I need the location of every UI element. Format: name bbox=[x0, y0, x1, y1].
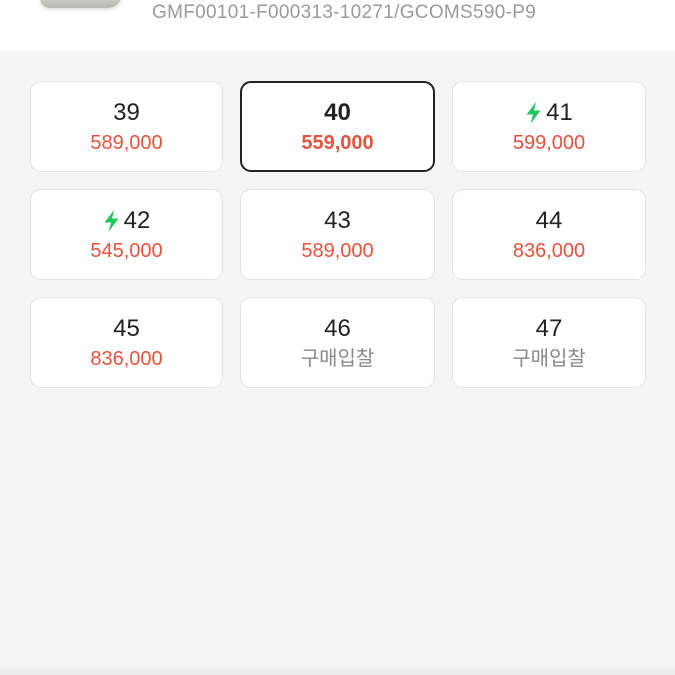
buy-bid-label: 구매입찰 bbox=[300, 347, 375, 370]
size-option-39[interactable]: 39 589,000 bbox=[30, 81, 223, 172]
size-label: 40 bbox=[324, 98, 351, 126]
size-label: 45 bbox=[113, 314, 140, 342]
size-option-45[interactable]: 45 836,000 bbox=[30, 297, 223, 388]
size-label: 46 bbox=[324, 314, 351, 342]
size-label: 41 bbox=[546, 98, 573, 126]
product-model-code: GMF00101-F000313-10271/GCOMS590-P9 bbox=[152, 2, 537, 23]
size-option-46[interactable]: 46 구매입찰 bbox=[240, 297, 435, 388]
lightning-bolt-icon bbox=[526, 101, 541, 124]
size-option-47[interactable]: 47 구매입찰 bbox=[452, 297, 646, 388]
size-label: 42 bbox=[123, 206, 151, 234]
buy-bid-label: 구매입찰 bbox=[512, 347, 586, 370]
size-label: 39 bbox=[113, 98, 140, 126]
size-price: 545,000 bbox=[90, 239, 163, 262]
size-label: 43 bbox=[324, 206, 351, 234]
size-grid: 39 589,000 40 559,000 41 599,000 42 545,… bbox=[30, 81, 646, 388]
lightning-bolt-icon bbox=[104, 209, 119, 232]
size-price: 836,000 bbox=[512, 239, 586, 262]
size-price: 559,000 bbox=[301, 131, 374, 154]
size-label: 44 bbox=[535, 206, 563, 234]
product-header: GMF00101-F000313-10271/GCOMS590-P9 bbox=[0, 0, 675, 50]
product-thumbnail[interactable] bbox=[40, 0, 122, 8]
size-price: 589,000 bbox=[301, 239, 374, 262]
size-option-40[interactable]: 40 559,000 bbox=[240, 81, 435, 172]
size-label: 47 bbox=[535, 314, 563, 342]
size-option-41[interactable]: 41 599,000 bbox=[452, 81, 646, 172]
size-price: 599,000 bbox=[512, 131, 586, 154]
size-price: 589,000 bbox=[90, 131, 163, 154]
size-option-43[interactable]: 43 589,000 bbox=[240, 189, 435, 280]
size-option-42[interactable]: 42 545,000 bbox=[30, 189, 223, 280]
size-option-44[interactable]: 44 836,000 bbox=[452, 189, 646, 280]
size-price: 836,000 bbox=[90, 347, 163, 370]
bottom-divider bbox=[0, 666, 675, 675]
